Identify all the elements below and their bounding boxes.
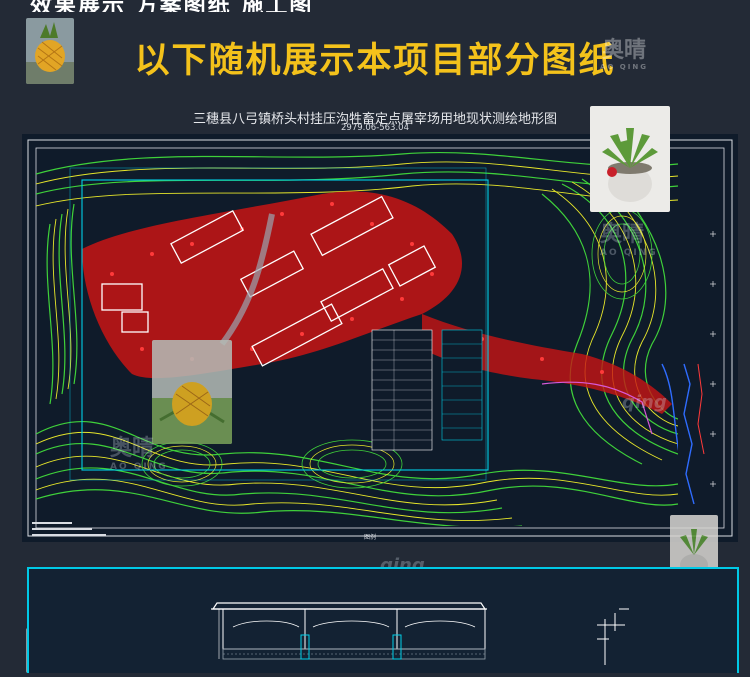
watermark-subtext: AO QING [110,462,168,472]
survey-data-table [371,329,483,451]
drawing-notes [32,522,106,536]
succulent-plant-thumbnail [590,106,670,212]
legend-label: 图例 [364,534,377,541]
section-detail-symbol [597,608,629,665]
watermark-script-text: qing [622,392,667,413]
fruit-thumbnail [152,340,232,444]
watermark-subtext: AO QING [600,248,658,258]
potted-plant-icon [590,106,670,212]
watermark-text: 奥晴 [110,436,155,461]
right-profile-detail [683,231,716,505]
yellow-fruit-icon [152,340,232,444]
watermark-script-right: qing [622,392,667,413]
top-cropped-banner: 效果展示 方案图纸 施工图 [0,0,750,12]
watermark-mid-right: 奥晴 AO QING [600,216,658,258]
top-cropped-banner-text: 效果展示 方案图纸 施工图 [30,0,313,12]
elevation-view [211,602,629,665]
brand-en: AO QING [600,63,648,71]
watermark-text: 奥晴 [600,222,645,247]
building-elevation-drawing [27,567,739,673]
watermark-left: 奥晴 AO QING [110,430,168,472]
brand-cn: 奥晴 [601,38,646,63]
brand-watermark: 奥晴 AO QING [600,40,648,71]
